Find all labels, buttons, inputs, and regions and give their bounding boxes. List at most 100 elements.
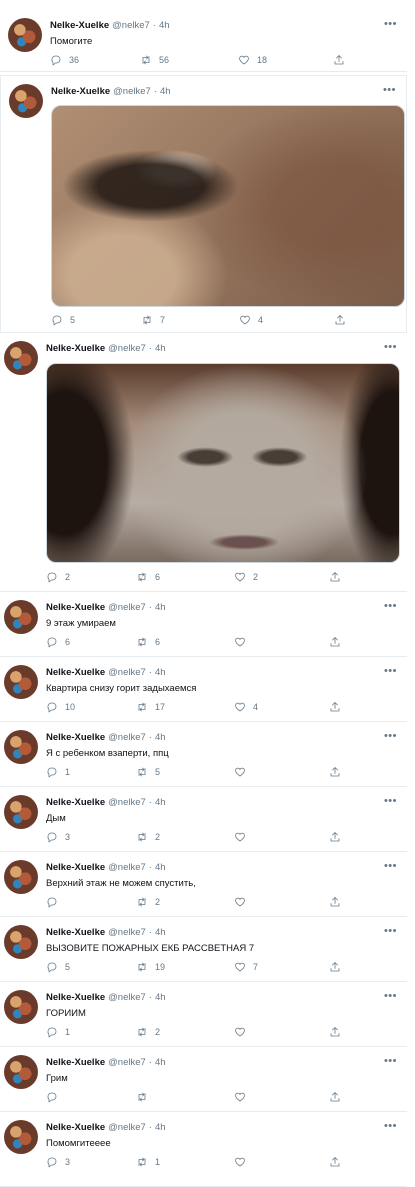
like-button[interactable]: 4 (234, 701, 258, 713)
more-icon[interactable]: ••• (383, 84, 396, 96)
like-button[interactable] (234, 896, 253, 908)
retweet-button[interactable]: 19 (136, 961, 165, 973)
retweet-button[interactable]: 17 (136, 701, 165, 713)
tweet[interactable]: Nelke-Xuelke @nelke7 · 4h ••• Дым 3 2 (0, 787, 407, 852)
retweet-button[interactable]: 6 (136, 636, 160, 648)
user-handle[interactable]: @nelke7 (108, 927, 146, 938)
like-button[interactable]: 18 (238, 54, 267, 66)
display-name[interactable]: Nelke-Xuelke (51, 86, 110, 97)
tweet-media-image[interactable] (51, 105, 405, 307)
timestamp[interactable]: 4h (159, 20, 170, 31)
share-button[interactable] (333, 54, 345, 66)
reply-button[interactable]: 1 (46, 766, 70, 778)
share-button[interactable] (329, 571, 341, 583)
share-button[interactable] (329, 831, 341, 843)
timestamp[interactable]: 4h (155, 667, 166, 678)
handle-and-time[interactable]: @nelke7 · 4h (108, 602, 165, 613)
like-button[interactable]: 4 (239, 314, 263, 326)
handle-and-time[interactable]: @nelke7 · 4h (108, 927, 165, 938)
display-name[interactable]: Nelke-Xuelke (46, 732, 105, 743)
timestamp[interactable]: 4h (155, 862, 166, 873)
tweet[interactable]: Nelke-Xuelke @nelke7 · 4h ••• 9 этаж умираем 6… (0, 592, 407, 657)
display-name[interactable]: Nelke-Xuelke (46, 862, 105, 873)
tweet[interactable]: Nelke-Xuelke @nelke7 · 4h ••• ВЫЗОВИТЕ ПОЖАРН… (0, 917, 407, 982)
avatar[interactable] (4, 925, 38, 959)
tweet[interactable]: Nelke-Xuelke @nelke7 · 4h ••• Я с ребенком вз… (0, 722, 407, 787)
handle-and-time[interactable]: @nelke7 · 4h (108, 862, 165, 873)
reply-button[interactable] (46, 1091, 65, 1103)
share-button[interactable] (329, 1091, 341, 1103)
reply-button[interactable]: 5 (51, 314, 75, 326)
share-button[interactable] (334, 314, 346, 326)
user-handle[interactable]: @nelke7 (108, 1057, 146, 1068)
more-icon[interactable]: ••• (384, 1055, 397, 1067)
user-handle[interactable]: @nelke7 (112, 20, 150, 31)
avatar[interactable] (4, 795, 38, 829)
display-name[interactable]: Nelke-Xuelke (46, 667, 105, 678)
timestamp[interactable]: 4h (155, 992, 166, 1003)
timestamp[interactable]: 4h (155, 927, 166, 938)
share-button[interactable] (329, 1156, 341, 1168)
reply-button[interactable]: 36 (50, 54, 79, 66)
more-icon[interactable]: ••• (384, 18, 397, 30)
timestamp[interactable]: 4h (155, 343, 166, 354)
retweet-button[interactable]: 56 (140, 54, 169, 66)
reply-button[interactable]: 2 (46, 571, 70, 583)
like-button[interactable] (234, 1091, 253, 1103)
tweet[interactable]: Nelke-Xuelke @nelke7 · 4h ••• Верхний этаж не… (0, 852, 407, 917)
handle-and-time[interactable]: @nelke7 · 4h (112, 20, 169, 31)
tweet[interactable]: Nelke-Xuelke @nelke7 · 4h ••• Квартира снизу … (0, 657, 407, 722)
avatar[interactable] (4, 600, 38, 634)
retweet-button[interactable]: 5 (136, 766, 160, 778)
avatar[interactable] (4, 341, 38, 375)
user-handle[interactable]: @nelke7 (108, 797, 146, 808)
tweet[interactable]: Nelke-Xuelke @nelke7 · 4h ••• Помогите 36 56 18 (0, 0, 407, 72)
handle-and-time[interactable]: @nelke7 · 4h (108, 992, 165, 1003)
display-name[interactable]: Nelke-Xuelke (46, 927, 105, 938)
avatar[interactable] (4, 1120, 38, 1154)
user-handle[interactable]: @nelke7 (108, 1122, 146, 1133)
reply-button[interactable] (46, 896, 65, 908)
timestamp[interactable]: 4h (155, 797, 166, 808)
handle-and-time[interactable]: @nelke7 · 4h (108, 1122, 165, 1133)
avatar[interactable] (9, 84, 43, 118)
tweet-media-image[interactable] (46, 363, 400, 563)
share-button[interactable] (329, 636, 341, 648)
display-name[interactable]: Nelke-Xuelke (46, 1057, 105, 1068)
like-button[interactable] (234, 1026, 253, 1038)
more-icon[interactable]: ••• (384, 1120, 397, 1132)
display-name[interactable]: Nelke-Xuelke (46, 1122, 105, 1133)
user-handle[interactable]: @nelke7 (108, 602, 146, 613)
more-icon[interactable]: ••• (384, 990, 397, 1002)
handle-and-time[interactable]: @nelke7 · 4h (113, 86, 170, 97)
handle-and-time[interactable]: @nelke7 · 4h (108, 732, 165, 743)
handle-and-time[interactable]: @nelke7 · 4h (108, 797, 165, 808)
retweet-button[interactable]: 1 (136, 1156, 160, 1168)
timestamp[interactable]: 4h (155, 1057, 166, 1068)
like-button[interactable]: 7 (234, 961, 258, 973)
avatar[interactable] (4, 665, 38, 699)
like-button[interactable]: 2 (234, 571, 258, 583)
retweet-button[interactable]: 2 (136, 896, 160, 908)
like-button[interactable] (234, 1156, 253, 1168)
user-handle[interactable]: @nelke7 (108, 343, 146, 354)
reply-button[interactable]: 6 (46, 636, 70, 648)
display-name[interactable]: Nelke-Xuelke (46, 343, 105, 354)
display-name[interactable]: Nelke-Xuelke (46, 797, 105, 808)
reply-button[interactable]: 1 (46, 1026, 70, 1038)
retweet-button[interactable] (136, 1091, 155, 1103)
user-handle[interactable]: @nelke7 (113, 86, 151, 97)
display-name[interactable]: Nelke-Xuelke (46, 602, 105, 613)
avatar[interactable] (4, 1055, 38, 1089)
timestamp[interactable]: 4h (160, 86, 171, 97)
user-handle[interactable]: @nelke7 (108, 862, 146, 873)
avatar[interactable] (4, 860, 38, 894)
reply-button[interactable]: 3 (46, 1156, 70, 1168)
timestamp[interactable]: 4h (155, 602, 166, 613)
more-icon[interactable]: ••• (384, 925, 397, 937)
like-button[interactable] (234, 636, 253, 648)
handle-and-time[interactable]: @nelke7 · 4h (108, 343, 165, 354)
more-icon[interactable]: ••• (384, 730, 397, 742)
display-name[interactable]: Nelke-Xuelke (46, 992, 105, 1003)
more-icon[interactable]: ••• (384, 600, 397, 612)
